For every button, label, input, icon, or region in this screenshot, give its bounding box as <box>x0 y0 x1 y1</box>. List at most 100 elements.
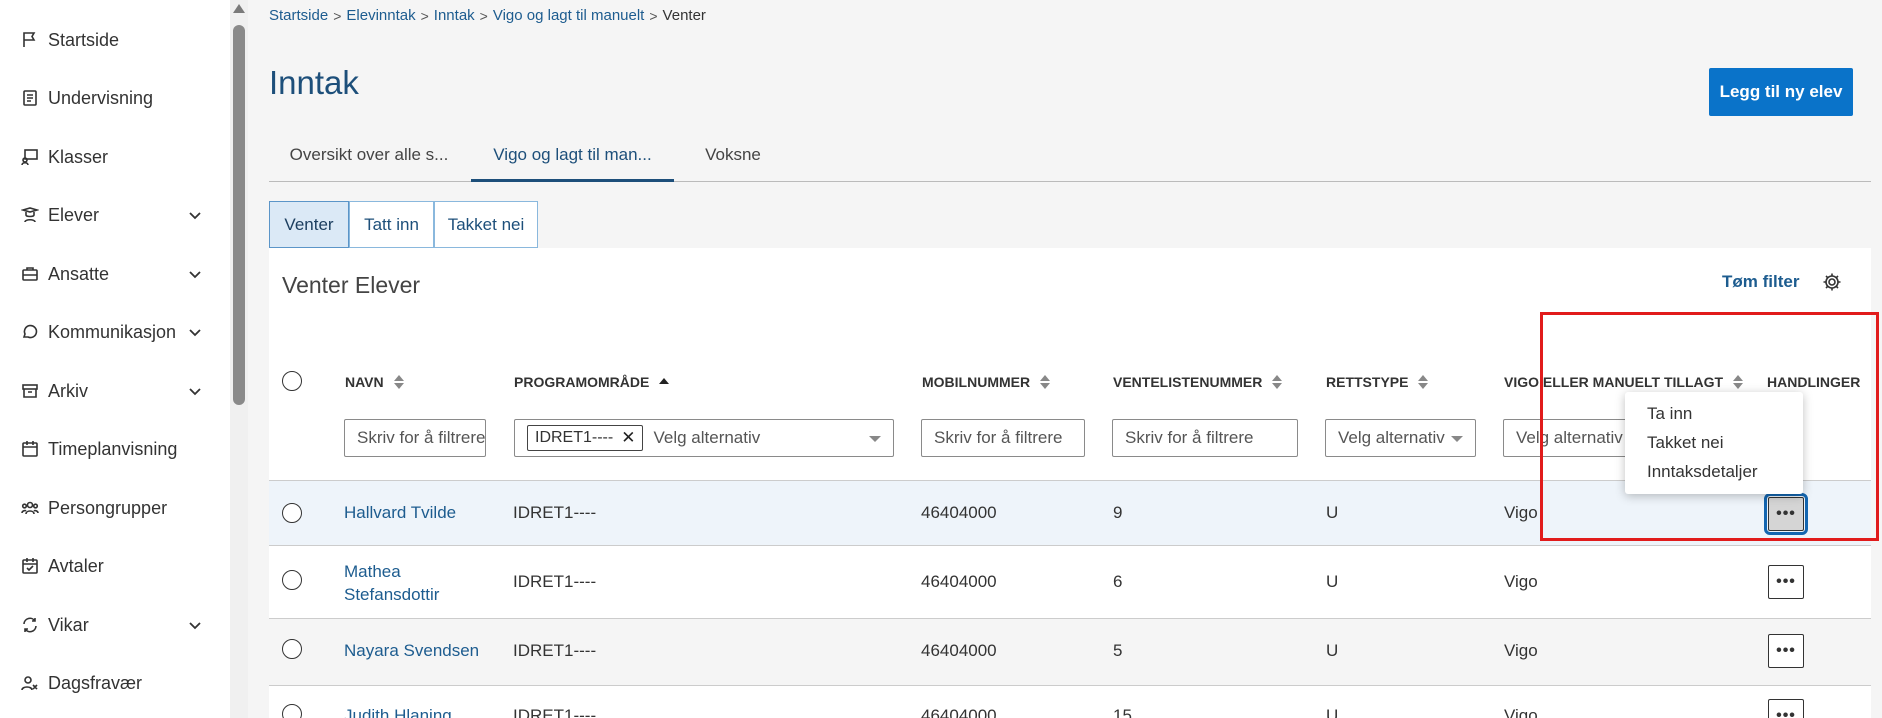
column-header-mobilnummer[interactable]: MOBILNUMMER <box>922 374 1051 390</box>
student-icon <box>20 205 40 225</box>
chevron-down-icon[interactable] <box>185 205 205 225</box>
column-label: MOBILNUMMER <box>922 374 1031 390</box>
sidebar-item-undervisning[interactable]: Undervisning <box>20 78 205 118</box>
program-cell: IDRET1---- <box>513 641 597 660</box>
column-label: NAVN <box>345 374 384 390</box>
source-cell: Vigo <box>1504 641 1538 660</box>
sidebar-item-avtaler[interactable]: Avtaler <box>20 546 205 586</box>
sidebar-item-label: Startside <box>48 29 120 50</box>
scroll-up-arrow-icon[interactable] <box>233 4 245 13</box>
row-checkbox[interactable] <box>282 570 302 590</box>
breadcrumb-link[interactable]: Elevinntak <box>346 7 415 24</box>
tab-voksne[interactable]: Voksne <box>674 134 792 182</box>
sidebar-item-label: Vikar <box>48 614 89 635</box>
more-actions-button[interactable]: ••• <box>1768 699 1804 718</box>
breadcrumb-current: Venter <box>662 7 706 24</box>
breadcrumb-separator: > <box>420 7 429 24</box>
student-name-link[interactable]: Mathea Stefansdottir <box>344 560 464 606</box>
program-filter-select[interactable]: IDRET1---- ✕ Velg alternativ <box>514 419 894 457</box>
sidebar-item-dagsfravaer[interactable]: Dagsfravær <box>20 663 205 703</box>
chalkboard-icon <box>20 147 40 167</box>
column-label: PROGRAMOMRÅDE <box>514 374 650 390</box>
column-header-programomrade[interactable]: PROGRAMOMRÅDE <box>514 374 670 390</box>
breadcrumb: Startside > Elevinntak > Inntak > Vigo o… <box>269 7 706 24</box>
sidebar-item-timeplanvisning[interactable]: Timeplanvisning <box>20 429 205 469</box>
highlight-annotation <box>1540 312 1879 541</box>
type-filter-select[interactable]: Velg alternativ <box>1325 419 1476 457</box>
placeholder-text: Velg alternativ <box>653 428 761 447</box>
book-icon <box>20 88 40 108</box>
sort-icon <box>1040 375 1051 389</box>
student-name-link[interactable]: Nayara Svendsen <box>344 641 479 661</box>
row-checkbox[interactable] <box>282 503 302 523</box>
type-cell: U <box>1326 572 1339 591</box>
sidebar-item-klasser[interactable]: Klasser <box>20 137 205 177</box>
sidebar-item-startside[interactable]: Startside <box>20 20 205 60</box>
sidebar-item-label: Kommunikasjon <box>48 321 177 342</box>
archive-icon <box>20 381 40 401</box>
sidebar-item-arkiv[interactable]: Arkiv <box>20 371 205 411</box>
row-checkbox[interactable] <box>282 704 302 718</box>
tab-overview[interactable]: Oversikt over alle s... <box>269 134 469 182</box>
placeholder-text: Velg alternativ <box>1338 428 1445 447</box>
sort-icon <box>393 375 404 389</box>
sidebar-item-elever[interactable]: Elever <box>20 195 205 235</box>
mobile-filter-input[interactable]: Skriv for å filtrere <box>921 419 1085 457</box>
placeholder-text: Skriv for å filtrere <box>357 428 486 447</box>
sidebar-item-ansatte[interactable]: Ansatte <box>20 254 205 294</box>
tab-vigo[interactable]: Vigo og lagt til man... <box>471 134 674 182</box>
add-student-button[interactable]: Legg til ny elev <box>1709 68 1853 116</box>
mobile-cell: 46404000 <box>921 641 997 660</box>
program-cell: IDRET1---- <box>513 706 597 718</box>
breadcrumb-link[interactable]: Inntak <box>434 7 475 24</box>
sidebar-item-label: Arkiv <box>48 380 88 401</box>
column-header-navn[interactable]: NAVN <box>345 374 404 390</box>
waitlist-cell: 6 <box>1113 572 1123 591</box>
mobile-cell: 46404000 <box>921 706 997 718</box>
student-name-link[interactable]: Judith Hlaning <box>344 706 452 718</box>
remove-chip-icon[interactable]: ✕ <box>621 428 635 448</box>
sidebar-item-label: Undervisning <box>48 87 154 108</box>
sidebar-item-vikar[interactable]: Vikar <box>20 605 205 645</box>
sort-icon <box>1418 375 1429 389</box>
row-checkbox[interactable] <box>282 639 302 659</box>
breadcrumb-link[interactable]: Vigo og lagt til manuelt <box>493 7 645 24</box>
ellipsis-icon: ••• <box>1776 573 1796 590</box>
more-actions-button[interactable]: ••• <box>1768 565 1804 599</box>
person-absence-icon <box>20 673 40 693</box>
segment-venter[interactable]: Venter <box>269 201 349 248</box>
people-icon <box>20 498 40 518</box>
sidebar-item-kommunikasjon[interactable]: Kommunikasjon <box>20 312 205 352</box>
chevron-down-icon[interactable] <box>185 381 205 401</box>
segment-takket-nei[interactable]: Takket nei <box>434 201 538 248</box>
name-filter-input[interactable]: Skriv for å filtrere <box>344 419 486 457</box>
page-title: Inntak <box>269 64 359 101</box>
waitlist-cell: 15 <box>1113 706 1132 718</box>
column-header-rettstype[interactable]: RETTSTYPE <box>1326 374 1429 390</box>
source-cell: Vigo <box>1504 706 1538 718</box>
sidebar-scrollbar[interactable] <box>230 0 248 718</box>
select-all-checkbox[interactable] <box>282 371 302 391</box>
gear-icon[interactable] <box>1822 272 1842 292</box>
clear-filter-link[interactable]: Tøm filter <box>1722 272 1799 292</box>
type-cell: U <box>1326 706 1339 718</box>
column-header-ventelistenummer[interactable]: VENTELISTENUMMER <box>1113 374 1283 390</box>
sidebar-item-persongrupper[interactable]: Persongrupper <box>20 488 205 528</box>
chevron-down-icon[interactable] <box>185 264 205 284</box>
sidebar-item-label: Elever <box>48 204 100 225</box>
chevron-down-icon[interactable] <box>185 615 205 635</box>
flag-icon <box>20 30 40 50</box>
student-name-link[interactable]: Hallvard Tvilde <box>344 503 456 523</box>
sidebar-item-label: Klasser <box>48 146 109 167</box>
segment-tatt-inn[interactable]: Tatt inn <box>349 201 434 248</box>
breadcrumb-separator: > <box>649 7 658 24</box>
program-cell: IDRET1---- <box>513 503 597 522</box>
chevron-down-icon[interactable] <box>185 322 205 342</box>
column-label: RETTSTYPE <box>1326 374 1409 390</box>
placeholder-text: Skriv for å filtrere <box>1125 428 1254 447</box>
breadcrumb-link[interactable]: Startside <box>269 7 328 24</box>
scroll-thumb[interactable] <box>233 25 245 405</box>
sort-icon <box>1272 375 1283 389</box>
waitlist-filter-input[interactable]: Skriv for å filtrere <box>1112 419 1298 457</box>
more-actions-button[interactable]: ••• <box>1768 634 1804 668</box>
